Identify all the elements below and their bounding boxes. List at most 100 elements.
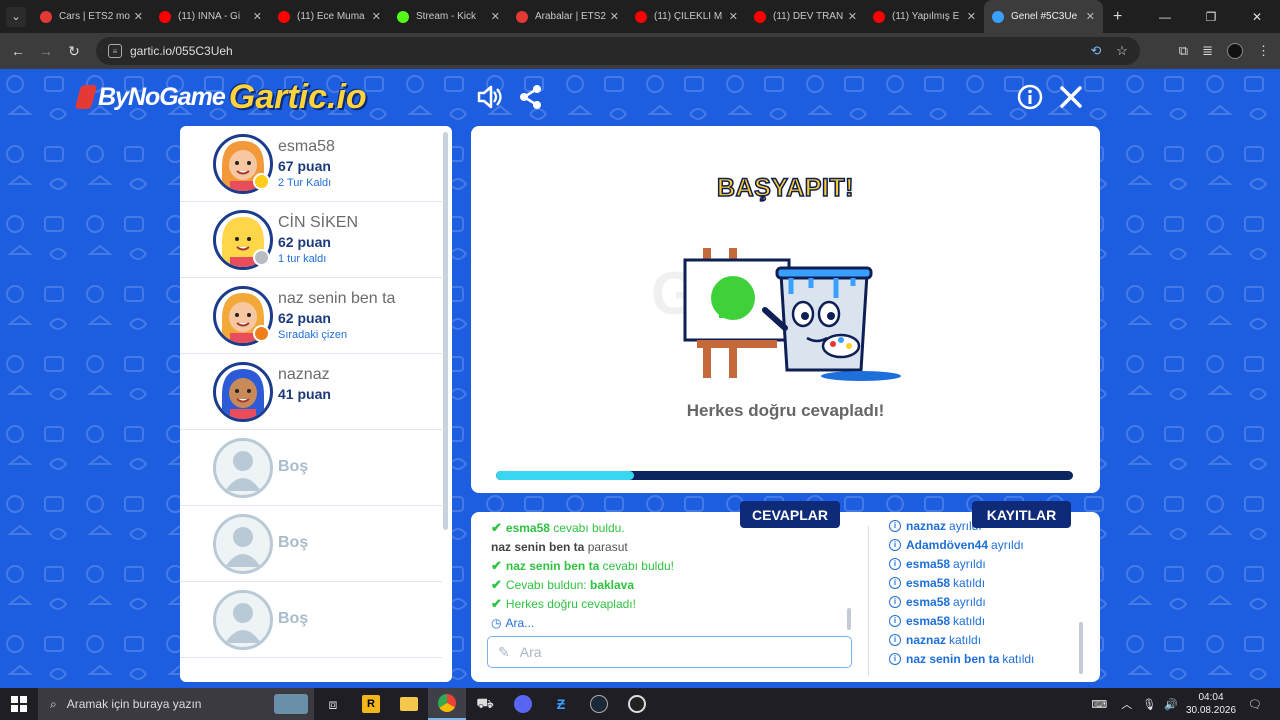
log-action: katıldı [1002, 651, 1035, 666]
bynogame-gartic-logo[interactable]: ByNoGame Gartic.io [74, 77, 367, 117]
keyboard-icon[interactable]: ⌨ [1091, 698, 1107, 711]
player-turn-status: Sıradaki çizen [278, 329, 348, 341]
tab-favicon-icon [40, 10, 52, 23]
log-action: katıldı [953, 575, 986, 590]
url-field[interactable]: ≡ gartic.io/055C3Ueh ⟲ ☆ [96, 37, 1140, 65]
tab-favicon-icon [516, 10, 528, 23]
notifications-icon[interactable]: 🗨 [1248, 698, 1262, 711]
answer-message: ✔ Herkes doğru cevapladı! [491, 594, 851, 613]
clock-date: 30.08.2026 [1185, 705, 1237, 716]
round-progress-bar [496, 471, 1073, 480]
player-row[interactable]: Boş [180, 582, 442, 658]
log-action: ayrıldı [953, 594, 986, 609]
task-view-icon[interactable]: ⧈ [314, 688, 352, 720]
extensions-icon[interactable]: ⧉ [1179, 43, 1188, 59]
minimize-icon[interactable]: — [1142, 0, 1188, 33]
logs-scrollbar[interactable] [1079, 622, 1083, 674]
answer-author: esma58 [505, 520, 550, 535]
browser-tab[interactable]: (11) Ece Muma ✕ [270, 0, 389, 33]
tab-answers[interactable]: CEVAPLAR [740, 501, 840, 528]
log-entry: i esma58 ayrıldı [889, 592, 1079, 611]
tab-favicon-icon [635, 10, 647, 23]
profile-icon[interactable] [1227, 43, 1243, 59]
empty-slot-avatar [213, 438, 273, 498]
browser-tab[interactable]: (11) Yapılmış E ✕ [865, 0, 984, 33]
restore-icon[interactable]: ❐ [1188, 0, 1234, 33]
player-row[interactable]: naz senin ben ta 62 puan Sıradaki çizen [180, 278, 442, 354]
windows-taskbar: ⌕ Aramak için buraya yazın ⧈ R ⛟ Ƶ ⌨ ︿ 🎙… [0, 688, 1280, 720]
close-icon[interactable] [1057, 83, 1085, 111]
game-area: ByNoGame Gartic.io esma58 67 puan 2 Tur Ka… [0, 69, 1280, 688]
tab-close-icon[interactable]: ✕ [491, 10, 500, 23]
tab-search-icon[interactable]: ⌄ [6, 6, 26, 27]
answer-text: parasut [587, 539, 628, 554]
info-icon: i [889, 652, 901, 665]
info-icon: i [889, 576, 901, 589]
tab-close-icon[interactable]: ✕ [848, 10, 857, 23]
tab-title: Genel #5C3Ue [1011, 11, 1078, 22]
steam-icon[interactable] [580, 688, 618, 720]
player-row[interactable]: naznaz 41 puan [180, 354, 442, 430]
info-icon[interactable] [1016, 83, 1044, 111]
sound-icon[interactable] [475, 83, 503, 111]
tab-close-icon[interactable]: ✕ [134, 10, 143, 23]
player-row[interactable]: esma58 67 puan 2 Tur Kaldı [180, 126, 442, 202]
media-control-icon[interactable]: ≣ [1202, 43, 1213, 59]
player-name: CİN SİKEN [278, 214, 359, 231]
browser-tab[interactable]: Cars | ETS2 mo ✕ [32, 0, 151, 33]
players-scrollbar[interactable] [443, 132, 448, 530]
forward-icon[interactable]: → [32, 43, 60, 59]
windows-start-icon[interactable] [0, 688, 38, 720]
tab-close-icon[interactable]: ✕ [372, 10, 381, 23]
back-icon[interactable]: ← [4, 43, 32, 59]
bookmark-star-icon[interactable]: ☆ [1114, 43, 1130, 59]
volume-icon[interactable]: 🔊 [1164, 698, 1178, 711]
close-window-icon[interactable]: ✕ [1234, 0, 1280, 33]
browser-tab[interactable]: Stream - Kick ✕ [389, 0, 508, 33]
tab-close-icon[interactable]: ✕ [1086, 10, 1095, 23]
tab-close-icon[interactable]: ✕ [967, 10, 976, 23]
tab-logs[interactable]: KAYITLAR [972, 501, 1071, 528]
file-explorer-icon[interactable] [390, 688, 428, 720]
tab-close-icon[interactable]: ✕ [253, 10, 262, 23]
taskbar-search-placeholder: Aramak için buraya yazın [66, 697, 202, 711]
browser-tab[interactable]: Arabalar | ETS2 ✕ [508, 0, 627, 33]
answer-input[interactable]: ✎ Ara [487, 636, 852, 668]
microphone-icon[interactable]: 🎙 [1142, 698, 1156, 711]
browser-tab[interactable]: (11) INNA - Gi ✕ [151, 0, 270, 33]
chrome-icon[interactable] [428, 688, 466, 720]
tab-favicon-icon [992, 10, 1004, 23]
menu-icon[interactable]: ⋮ [1257, 43, 1270, 59]
browser-tab[interactable]: (11) DEV TRAN ✕ [746, 0, 865, 33]
app-icon[interactable]: Ƶ [542, 688, 580, 720]
tab-close-icon[interactable]: ✕ [729, 10, 738, 23]
player-row[interactable]: Boş [180, 430, 442, 506]
reload-icon[interactable]: ↻ [60, 43, 88, 60]
browser-tab[interactable]: (11) ÇİLEKLİ M ✕ [627, 0, 746, 33]
log-player-name: esma58 [906, 613, 951, 628]
rockstar-icon[interactable]: R [352, 688, 390, 720]
obs-icon[interactable] [618, 688, 656, 720]
new-tab-button[interactable]: + [1113, 8, 1122, 26]
drawing-board: BAŞYAPIT! Gartic Herkes doğru cevapladı! [471, 126, 1100, 493]
tab-title: Cars | ETS2 mo [59, 11, 130, 22]
truck-game-icon[interactable]: ⛟ [466, 688, 504, 720]
answers-scrollbar[interactable] [847, 608, 851, 630]
translate-icon[interactable]: ⟲ [1088, 43, 1104, 59]
round-progress-fill [496, 471, 635, 480]
system-clock[interactable]: 04:04 30.08.2026 [1186, 691, 1236, 717]
share-icon[interactable] [517, 83, 545, 111]
taskbar-search[interactable]: ⌕ Aramak için buraya yazın [38, 688, 314, 720]
answer-message: naz senin ben ta parasut [491, 537, 851, 556]
answer-text: cevabı buldu! [602, 558, 674, 573]
tab-favicon-icon [278, 10, 290, 23]
player-row[interactable]: CİN SİKEN 62 puan 1 tur kaldı [180, 202, 442, 278]
player-row[interactable]: Boş [180, 506, 442, 582]
player-status-dot [253, 249, 270, 266]
browser-tab[interactable]: Genel #5C3Ue ✕ [984, 0, 1103, 33]
tray-chevron-icon[interactable]: ︿ [1121, 696, 1132, 712]
log-entry: i esma58 ayrıldı [889, 554, 1079, 573]
tab-close-icon[interactable]: ✕ [610, 10, 619, 23]
site-info-icon[interactable]: ≡ [108, 44, 122, 58]
discord-icon[interactable] [504, 688, 542, 720]
